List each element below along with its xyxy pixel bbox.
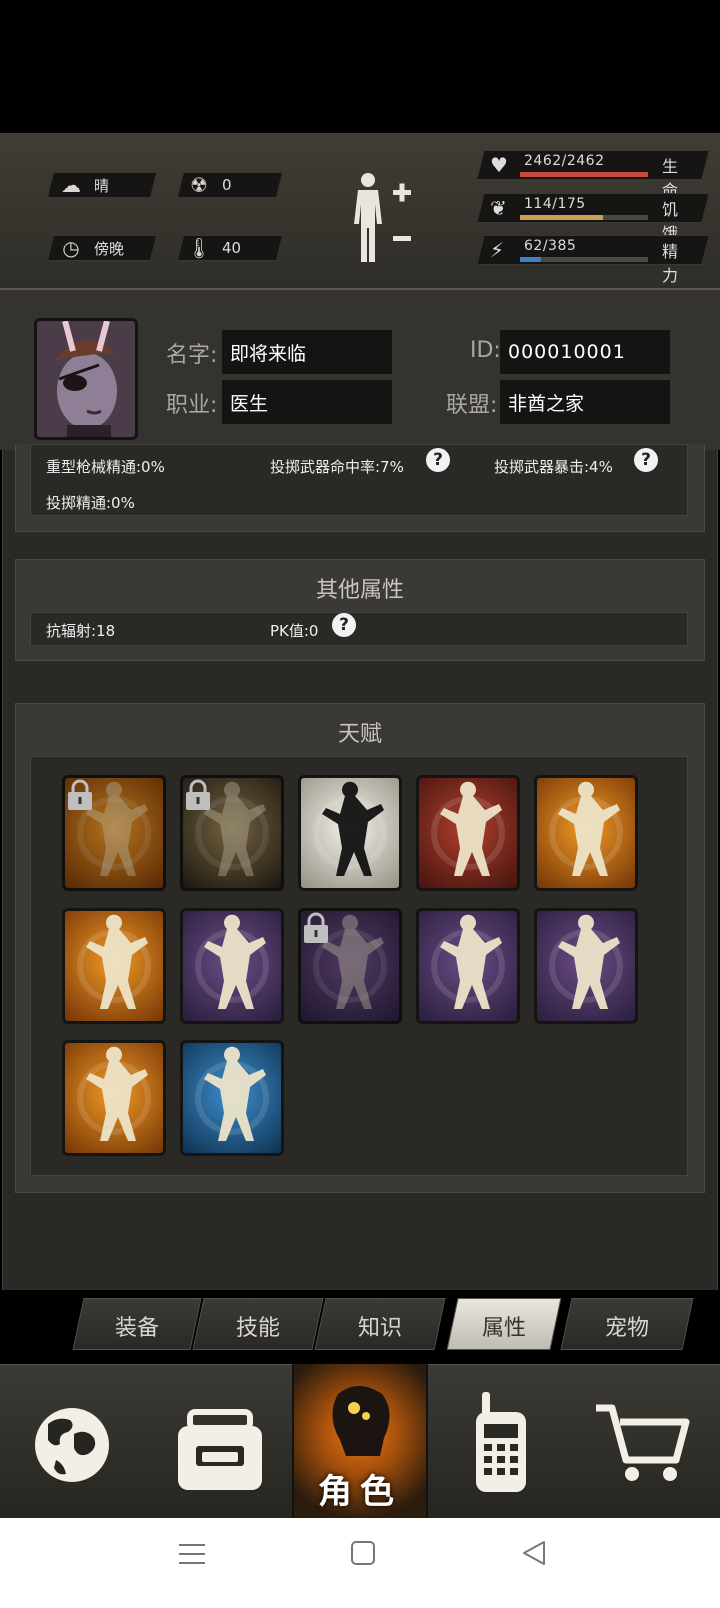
job-field: 医生 [222, 380, 392, 424]
talent-eater-icon [313, 781, 387, 876]
talent-boxer-icon [77, 914, 151, 1009]
hunger-bar [520, 215, 648, 220]
nav-radio[interactable] [428, 1364, 574, 1518]
clock-icon: ◷ [62, 236, 80, 260]
talent-archer-icon [431, 914, 505, 1009]
talent-archer[interactable] [416, 908, 520, 1024]
stomach-icon: ❦ [490, 196, 507, 220]
globe-icon [35, 1408, 109, 1482]
nav-shop[interactable] [574, 1364, 720, 1518]
talent-dodge[interactable] [62, 1040, 166, 1156]
lock-icon [304, 912, 328, 943]
back-icon[interactable] [523, 1541, 545, 1565]
talent-crouch[interactable] [180, 1040, 284, 1156]
pk-value: PK值:0 [270, 622, 319, 640]
lock-icon [186, 779, 210, 810]
talent-dodge-icon [77, 1046, 151, 1141]
body-status-icon[interactable] [348, 170, 428, 270]
id-label: ID: [470, 338, 501, 363]
talent-pistol[interactable] [180, 908, 284, 1024]
hunger-value: 114/175 [524, 196, 586, 212]
talent-sniper[interactable] [298, 908, 402, 1024]
talent-fist[interactable] [416, 775, 520, 891]
health-bar-fill [520, 172, 648, 177]
alliance-field: 非酋之家 [500, 380, 670, 424]
talent-shield[interactable] [534, 908, 638, 1024]
tab-knowledge-label: 知识 [357, 1316, 402, 1341]
energy-icon: ⚡ [490, 238, 505, 262]
weather-label: 晴 [94, 176, 110, 195]
throw-hit-rate: 投掷武器命中率:7% [270, 458, 404, 476]
talent-boxer[interactable] [62, 908, 166, 1024]
energy-label: 精力 [662, 242, 679, 285]
nav-character-label: 角色 [318, 1472, 402, 1512]
home-icon[interactable] [351, 1541, 375, 1565]
other-attributes-title: 其他属性 [315, 578, 404, 603]
talent-strongman-icon [549, 781, 623, 876]
job-label: 职业: [166, 393, 218, 418]
talent-carrier[interactable] [62, 775, 166, 891]
throw-hit-help-icon[interactable]: ? [426, 448, 450, 472]
cloud-sun-icon: ☁ [61, 173, 81, 197]
temperature-status: 🌡 40 [186, 235, 241, 261]
nav-backpack[interactable] [146, 1364, 292, 1518]
talent-strongman[interactable] [534, 775, 638, 891]
other-attributes-section: 其他属性 [15, 559, 705, 661]
pk-help-icon[interactable]: ? [332, 613, 356, 637]
health-value: 2462/2462 [524, 153, 605, 169]
radio-icon [476, 1392, 526, 1492]
time-label: 傍晚 [94, 239, 125, 258]
throw-crit-help-icon[interactable]: ? [634, 448, 658, 472]
health-bar [520, 172, 648, 177]
talent-radiation[interactable] [180, 775, 284, 891]
energy-value: 62/385 [524, 238, 577, 254]
heart-pulse-icon: ♥ [490, 153, 508, 177]
avatar[interactable] [34, 318, 138, 440]
energy-bar [520, 257, 648, 262]
radiation-resistance: 抗辐射:18 [46, 622, 116, 640]
nav-world[interactable] [0, 1364, 146, 1518]
system-nav-bar [0, 1518, 720, 1608]
menu-icon[interactable] [179, 1544, 205, 1564]
talent-crouch-icon [195, 1046, 269, 1141]
throw-mastery: 投掷精通:0% [46, 494, 135, 512]
talent-shield-icon [549, 914, 623, 1009]
temperature-value: 40 [222, 239, 242, 257]
tab-skills-label: 技能 [235, 1316, 280, 1341]
talents-title: 天赋 [337, 722, 382, 747]
tab-equipment-label: 装备 [114, 1316, 159, 1341]
name-label: 名字: [166, 343, 218, 368]
energy-bar-fill [520, 257, 541, 262]
alliance-label: 联盟: [446, 393, 498, 418]
name-field: 即将来临 [222, 330, 392, 374]
radiation-value: 0 [222, 176, 232, 194]
game-screen: { "status": { "weather": {"icon": "cloud… [0, 0, 720, 1608]
tab-attributes-label: 属性 [481, 1316, 526, 1341]
heavy-weapon-mastery: 重型枪械精通:0% [46, 458, 165, 476]
talent-fist-icon [431, 781, 505, 876]
talent-eater[interactable] [298, 775, 402, 891]
cart-icon [596, 1404, 690, 1481]
hunger-bar-fill [520, 215, 604, 220]
lock-icon [68, 779, 92, 810]
time-status: ◷ 傍晚 [58, 235, 124, 261]
weather-status: ☁ 晴 [58, 172, 109, 198]
throw-crit: 投掷武器暴击:4% [494, 458, 613, 476]
radiation-icon: ☢ [190, 173, 208, 197]
id-field: 000010001 [500, 330, 670, 374]
talent-pistol-icon [195, 914, 269, 1009]
radiation-status: ☢ 0 [186, 172, 232, 198]
thermometer-icon: 🌡 [186, 236, 212, 260]
backpack-icon [178, 1409, 262, 1490]
tab-pets-label: 宠物 [604, 1316, 649, 1341]
